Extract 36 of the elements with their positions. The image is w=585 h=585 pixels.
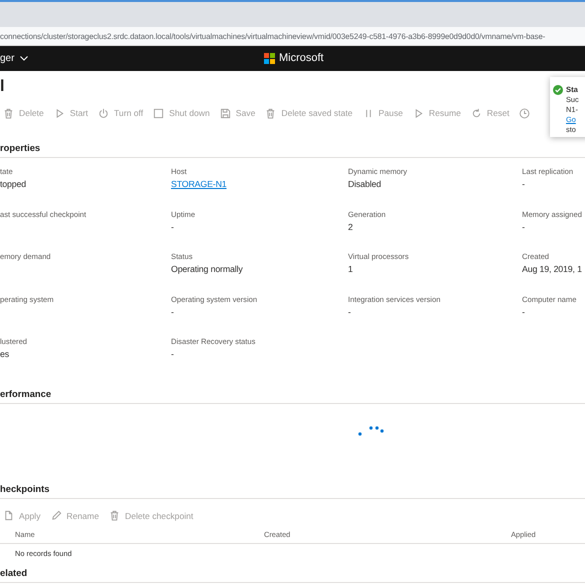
trash-icon: [108, 510, 120, 521]
section-heading: roperties: [0, 142, 40, 153]
brand-name: Microsoft: [279, 52, 324, 64]
property-value: -: [522, 179, 526, 189]
doc-icon: [3, 510, 14, 521]
property-value: -: [171, 222, 175, 232]
clock-icon: [519, 108, 530, 118]
trash-icon: [3, 108, 14, 118]
property-value: -: [522, 222, 526, 232]
app-menu[interactable]: ger: [0, 53, 14, 64]
property-value: -: [348, 306, 352, 316]
chevron-down-icon[interactable]: [20, 56, 28, 61]
page-title: l: [0, 78, 4, 96]
property-value: Disabled: [348, 179, 382, 189]
property-value: 1: [348, 264, 354, 274]
property-value: 2: [348, 222, 354, 232]
property-value: Aug 19, 2019, 1: [522, 264, 583, 274]
property-value: -: [522, 306, 526, 316]
section-heading: elated: [0, 566, 28, 578]
property-value: -: [171, 306, 175, 316]
section-heading: erformance: [0, 388, 52, 398]
four-squares-logo-icon: [264, 52, 275, 64]
property-value: Operating normally: [171, 264, 244, 274]
reset-icon: [470, 108, 482, 118]
power-icon: [98, 108, 109, 118]
section-heading: heckpoints: [0, 482, 50, 494]
property-value: -: [171, 349, 175, 359]
save-icon: [220, 108, 231, 118]
pencil-icon: [50, 510, 62, 521]
property-value: topped: [0, 179, 28, 189]
check-circle-icon: [553, 85, 563, 95]
property-value: es: [0, 349, 10, 359]
loading-spinner-icon: [358, 426, 386, 436]
square-icon: [153, 108, 164, 118]
trash-icon: [265, 108, 276, 118]
host-link[interactable]: STORAGE-N1: [171, 179, 348, 189]
